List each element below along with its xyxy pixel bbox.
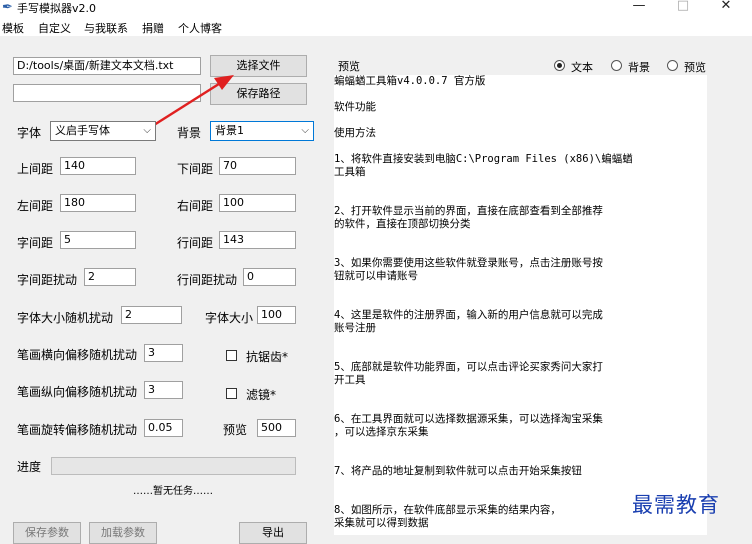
menu-donate[interactable]: 捐赠 [142,20,164,36]
preview-line: 8、如图所示，在软件底部显示采集的结果内容， [334,504,561,516]
preview-line: 6、在工具界面就可以选择数据源采集，可以选择淘宝采集 [334,413,603,425]
v-offset-label: 笔画纵向偏移随机扰动 [17,385,138,399]
font-size-input[interactable]: 100 [257,306,296,324]
mode-text-label: 文本 [571,61,593,74]
background-select-value: 背景1 [215,124,244,137]
window-title: 手写模拟器v2.0 [17,2,97,15]
menu-custom[interactable]: 自定义 [38,20,71,36]
preview-size-label: 预览 [223,423,248,437]
h-offset-input[interactable]: 3 [144,344,183,362]
size-jitter-input[interactable]: 2 [121,306,182,324]
mode-preview-label: 预览 [684,61,706,74]
background-select[interactable]: 背景1 ⌵ [210,121,314,141]
load-params-button[interactable]: 加载参数 [89,522,157,544]
char-jitter-label: 字间距扰动 [17,273,78,287]
preview-line: 4、这里是软件的注册界面，输入新的用户信息就可以完成 [334,309,603,321]
font-size-label: 字体大小 [205,311,254,325]
preview-line: 3、如果你需要使用这些软件就登录账号，点击注册账号按 [334,257,603,269]
background-label: 背景 [177,126,202,140]
preview-line: 使用方法 [334,127,376,139]
minimize-button[interactable]: — [624,0,654,15]
font-select-value: 义启手写体 [55,124,110,137]
preview-line: 钮就可以申请账号 [334,270,418,282]
preview-line: 开工具 [334,374,366,386]
preview-text-area[interactable]: 蝙蝠蝤工具箱v4.0.0.7 官方版 软件功能 使用方法 1、将软件直接安装到电… [334,75,707,535]
size-jitter-label: 字体大小随机扰动 [17,311,114,325]
line-jitter-input[interactable]: 0 [243,268,296,286]
menu-template[interactable]: 模板 [2,20,24,36]
mode-background-label: 背景 [628,61,650,74]
line-spacing-input[interactable]: 143 [219,231,296,249]
preview-line: 账号注册 [334,322,376,334]
close-button[interactable]: ✕ [711,0,741,15]
mode-text-radio[interactable] [554,60,565,71]
preview-label: 预览 [338,60,360,73]
menu-blog[interactable]: 个人博客 [178,20,222,36]
filter-label: 滤镜* [246,388,277,402]
h-offset-label: 笔画横向偏移随机扰动 [17,348,138,362]
preview-line: 的软件，直接在顶部切换分类 [334,218,471,230]
mode-background-radio[interactable] [611,60,622,71]
top-margin-input[interactable]: 140 [60,157,136,175]
preview-size-input[interactable]: 500 [257,419,296,437]
line-spacing-label: 行间距 [177,236,214,250]
save-params-button[interactable]: 保存参数 [13,522,81,544]
mode-preview-radio[interactable] [667,60,678,71]
left-margin-input[interactable]: 180 [60,194,136,212]
feather-icon: ✒ [2,0,13,15]
font-label: 字体 [17,126,42,140]
left-margin-label: 左间距 [17,199,54,213]
bottom-margin-label: 下间距 [177,162,214,176]
top-margin-label: 上间距 [17,162,54,176]
char-jitter-input[interactable]: 2 [84,268,136,286]
preview-line: 7、将产品的地址复制到软件就可以点击开始采集按钮 [334,465,582,477]
antialias-label: 抗锯齿* [246,350,289,364]
menu-bar: 模板 自定义 与我联系 捐赠 个人博客 [0,17,752,36]
preview-line: 5、底部就是软件功能界面，可以点击评论买家秀问大家打 [334,361,603,373]
antialias-checkbox[interactable] [226,350,237,361]
font-select[interactable]: 义启手写体 ⌵ [50,121,156,141]
maximize-button[interactable]: □ [668,0,698,15]
progress-bar [51,457,296,475]
export-button[interactable]: 导出 [239,522,307,544]
progress-label: 进度 [17,460,42,474]
filter-checkbox[interactable] [226,388,237,399]
bottom-margin-input[interactable]: 70 [219,157,296,175]
watermark-logo: 最需教育 [632,493,720,517]
rotation-label: 笔画旋转偏移随机扰动 [17,423,138,437]
chevron-down-icon: ⌵ [301,125,309,136]
preview-line: 1、将软件直接安装到电脑C:\Program Files (x86)\蝙蝠蝤 [334,153,633,165]
line-jitter-label: 行间距扰动 [177,273,238,287]
title-bar: ✒ 手写模拟器v2.0 — □ ✕ [0,0,752,17]
preview-line: ，可以选择京东采集 [334,426,429,438]
v-offset-input[interactable]: 3 [144,381,183,399]
menu-contact[interactable]: 与我联系 [84,20,128,36]
right-margin-label: 右间距 [177,199,214,213]
preview-line: 软件功能 [334,101,376,113]
rotation-input[interactable]: 0.05 [144,419,183,437]
chevron-down-icon: ⌵ [143,125,151,136]
right-margin-input[interactable]: 100 [219,194,296,212]
progress-status: ……暂无任务…… [133,486,213,497]
preview-line: 2、打开软件显示当前的界面，直接在底部查看到全部推荐 [334,205,603,217]
char-spacing-input[interactable]: 5 [60,231,136,249]
preview-line: 蝙蝠蝤工具箱v4.0.0.7 官方版 [334,75,486,87]
preview-line: 采集就可以得到数据 [334,517,429,529]
char-spacing-label: 字间距 [17,236,54,250]
preview-line: 工具箱 [334,166,366,178]
